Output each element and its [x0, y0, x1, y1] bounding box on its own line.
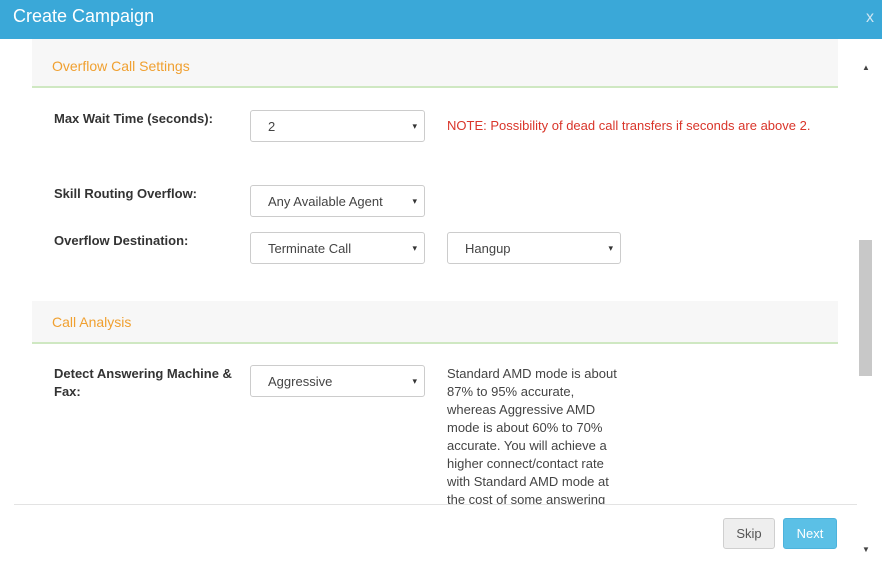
dialog-titlebar: Create Campaign x	[0, 0, 882, 39]
skill-routing-value: Any Available Agent	[268, 194, 383, 209]
max-wait-select[interactable]: 2 ▾	[250, 110, 425, 142]
chevron-down-icon: ▾	[412, 196, 417, 206]
scrollbar-thumb[interactable]	[859, 240, 872, 376]
overflow-section-header: Overflow Call Settings	[32, 39, 838, 88]
detect-amd-label: Detect Answering Machine & Fax:	[54, 366, 232, 399]
overflow-action-value: Hangup	[465, 241, 511, 256]
dead-call-note: NOTE: Possibility of dead call transfers…	[447, 118, 811, 133]
skill-routing-label: Skill Routing Overflow:	[54, 186, 198, 201]
detect-amd-value: Aggressive	[268, 374, 333, 389]
call-analysis-section-header: Call Analysis	[32, 301, 838, 344]
overflow-section-title: Overflow Call Settings	[52, 58, 190, 74]
overflow-action-select[interactable]: Hangup ▾	[447, 232, 621, 264]
scroll-up-icon[interactable]: ▲	[862, 63, 870, 73]
close-icon[interactable]: x	[866, 9, 874, 27]
vertical-scrollbar[interactable]: ▲ ▼	[858, 58, 873, 558]
chevron-down-icon: ▾	[412, 243, 417, 253]
overflow-destination-label: Overflow Destination:	[54, 233, 189, 248]
detect-amd-select[interactable]: Aggressive ▾	[250, 365, 425, 397]
scroll-down-icon[interactable]: ▼	[862, 545, 870, 555]
chevron-down-icon: ▾	[412, 376, 417, 386]
max-wait-label: Max Wait Time (seconds):	[54, 111, 213, 126]
call-analysis-section-title: Call Analysis	[52, 314, 132, 330]
overflow-destination-value: Terminate Call	[268, 241, 352, 256]
overflow-destination-select[interactable]: Terminate Call ▾	[250, 232, 425, 264]
dialog-title: Create Campaign	[13, 6, 155, 26]
next-button[interactable]: Next	[783, 518, 837, 549]
chevron-down-icon: ▾	[608, 243, 613, 253]
chevron-down-icon: ▾	[412, 121, 417, 131]
skip-button[interactable]: Skip	[723, 518, 775, 549]
dialog-body: Overflow Call Settings Max Wait Time (se…	[0, 39, 858, 504]
dialog-footer: Skip Next	[14, 504, 857, 565]
max-wait-value: 2	[268, 119, 276, 134]
amd-description: Standard AMD mode is about 87% to 95% ac…	[447, 366, 617, 504]
skill-routing-select[interactable]: Any Available Agent ▾	[250, 185, 425, 217]
